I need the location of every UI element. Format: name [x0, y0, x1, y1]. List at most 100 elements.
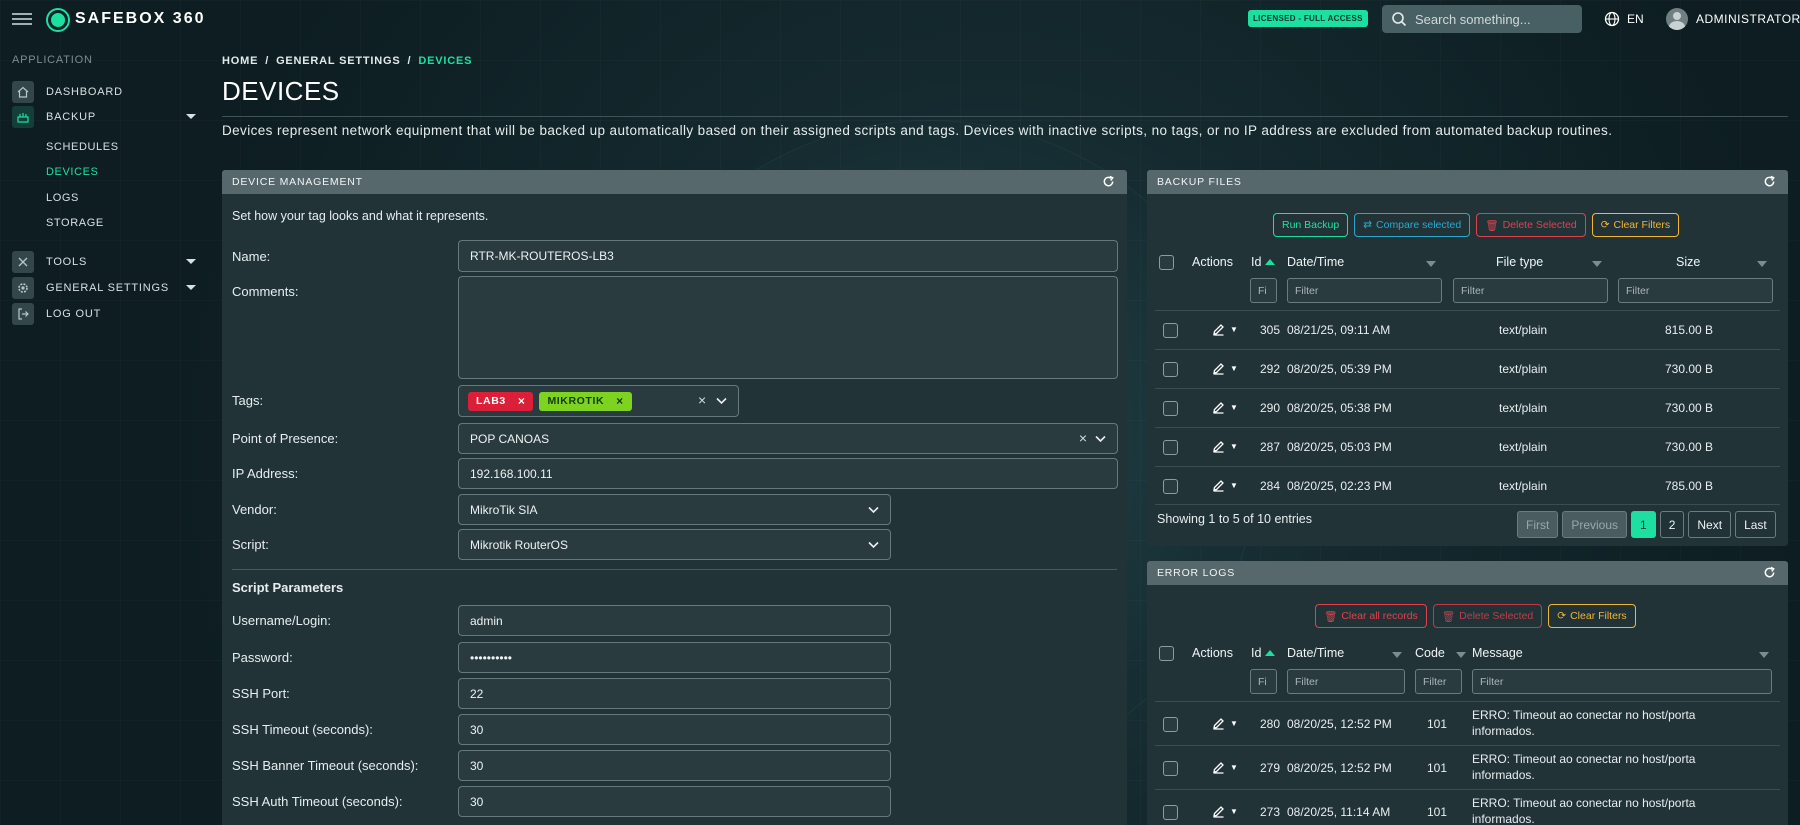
- column-size[interactable]: Size: [1676, 255, 1700, 269]
- ip-input[interactable]: 192.168.100.11: [458, 458, 1118, 489]
- filter-id-input[interactable]: Fi: [1250, 669, 1277, 694]
- pager-page-1[interactable]: 1: [1631, 511, 1656, 538]
- column-message[interactable]: Message: [1472, 646, 1523, 660]
- ssh-auth-timeout-input[interactable]: 30: [458, 786, 891, 817]
- column-datetime[interactable]: Date/Time: [1287, 255, 1344, 269]
- clear-filters-button[interactable]: ⟳ Clear Filters: [1591, 213, 1680, 237]
- row-actions-menu[interactable]: ▼: [1212, 479, 1238, 492]
- filter-code-input[interactable]: Filter: [1415, 669, 1462, 694]
- filter-id-input[interactable]: Fi: [1250, 278, 1277, 303]
- column-filetype[interactable]: File type: [1496, 255, 1543, 269]
- clear-all-records-button[interactable]: 🗑 Clear all records: [1315, 604, 1427, 628]
- row-checkbox[interactable]: [1163, 717, 1178, 732]
- script-select[interactable]: Mikrotik RouterOS: [458, 529, 891, 560]
- sort-icon[interactable]: [1757, 261, 1767, 267]
- sort-icon[interactable]: [1759, 652, 1769, 658]
- column-id[interactable]: Id: [1251, 646, 1279, 660]
- row-actions-menu[interactable]: ▼: [1212, 717, 1238, 730]
- pop-select[interactable]: POP CANOAS ×: [458, 423, 1118, 454]
- sidebar-item-tools[interactable]: TOOLS: [12, 251, 202, 273]
- row-actions-menu[interactable]: ▼: [1212, 323, 1238, 336]
- comments-textarea[interactable]: [458, 276, 1118, 379]
- remove-tag-icon[interactable]: ×: [518, 394, 526, 408]
- pager-first-button[interactable]: First: [1517, 511, 1559, 538]
- row-checkbox[interactable]: [1163, 805, 1178, 820]
- table-row[interactable]: ▼ 292 08/20/25, 05:39 PM text/plain 730.…: [1155, 349, 1780, 388]
- remove-tag-icon[interactable]: ×: [616, 394, 624, 408]
- pager-previous-button[interactable]: Previous: [1562, 511, 1628, 538]
- filter-size-input[interactable]: Filter: [1618, 278, 1773, 303]
- row-actions-menu[interactable]: ▼: [1212, 401, 1238, 414]
- sidebar-subitem-devices[interactable]: DEVICES: [46, 166, 99, 178]
- select-all-checkbox[interactable]: [1159, 255, 1174, 270]
- sidebar-subitem-logs[interactable]: LOGS: [46, 192, 79, 204]
- chevron-down-icon[interactable]: [868, 541, 879, 549]
- sidebar-item-dashboard[interactable]: DASHBOARD: [12, 81, 202, 103]
- run-backup-button[interactable]: Run Backup: [1273, 213, 1349, 237]
- row-checkbox[interactable]: [1163, 761, 1178, 776]
- sort-icon[interactable]: [1392, 652, 1402, 658]
- refresh-icon[interactable]: [1763, 566, 1776, 582]
- filter-datetime-input[interactable]: Filter: [1287, 669, 1405, 694]
- row-checkbox[interactable]: [1163, 401, 1178, 416]
- chevron-down-icon[interactable]: [1095, 435, 1106, 443]
- sidebar-item-general-settings[interactable]: GENERAL SETTINGS: [12, 277, 202, 299]
- ssh-port-input[interactable]: 22: [458, 678, 891, 709]
- delete-selected-button[interactable]: 🗑 Delete Selected: [1476, 213, 1586, 237]
- row-actions-menu[interactable]: ▼: [1212, 761, 1238, 774]
- table-row[interactable]: ▼ 305 08/21/25, 09:11 AM text/plain 815.…: [1155, 310, 1780, 349]
- refresh-icon[interactable]: [1102, 175, 1115, 191]
- column-code[interactable]: Code: [1415, 646, 1445, 660]
- pager-next-button[interactable]: Next: [1688, 511, 1732, 538]
- column-id[interactable]: Id: [1251, 255, 1279, 269]
- username-input[interactable]: admin: [458, 605, 891, 636]
- chevron-down-icon[interactable]: [868, 506, 879, 514]
- sort-icon[interactable]: [1592, 261, 1602, 267]
- chevron-down-icon[interactable]: [716, 397, 727, 405]
- clear-filters-button[interactable]: ⟳ Clear Filters: [1548, 604, 1636, 628]
- sort-icon[interactable]: [1456, 652, 1466, 658]
- row-actions-menu[interactable]: ▼: [1212, 362, 1238, 375]
- filter-message-input[interactable]: Filter: [1472, 669, 1772, 694]
- language-selector[interactable]: EN: [1604, 11, 1644, 27]
- table-row[interactable]: ▼ 279 08/20/25, 12:52 PM 101 ERRO: Timeo…: [1155, 745, 1780, 789]
- sidebar-subitem-schedules[interactable]: SCHEDULES: [46, 141, 119, 153]
- row-actions-menu[interactable]: ▼: [1212, 805, 1238, 818]
- password-input[interactable]: ••••••••••: [458, 642, 891, 673]
- select-all-checkbox[interactable]: [1159, 646, 1174, 661]
- sidebar-item-backup[interactable]: BACKUP: [12, 106, 202, 128]
- ssh-banner-timeout-input[interactable]: 30: [458, 750, 891, 781]
- search-box[interactable]: [1382, 5, 1582, 33]
- filter-datetime-input[interactable]: Filter: [1287, 278, 1442, 303]
- search-input[interactable]: [1415, 11, 1575, 27]
- vendor-select[interactable]: MikroTik SIA: [458, 494, 891, 525]
- pager-page-2[interactable]: 2: [1659, 511, 1685, 538]
- clear-icon[interactable]: ×: [1079, 430, 1087, 446]
- user-menu[interactable]: ADMINISTRATOR: [1666, 8, 1800, 30]
- name-input[interactable]: RTR-MK-ROUTEROS-LB3: [458, 240, 1118, 272]
- ssh-timeout-input[interactable]: 30: [458, 714, 891, 745]
- tags-select[interactable]: LAB3 × MIKROTIK × ×: [458, 385, 739, 417]
- row-checkbox[interactable]: [1163, 323, 1178, 338]
- compare-selected-button[interactable]: ⇄ Compare selected: [1354, 213, 1471, 237]
- breadcrumb-home[interactable]: HOME: [222, 55, 258, 67]
- table-row[interactable]: ▼ 280 08/20/25, 12:52 PM 101 ERRO: Timeo…: [1155, 701, 1780, 745]
- sort-icon[interactable]: [1426, 261, 1436, 267]
- table-row[interactable]: ▼ 290 08/20/25, 05:38 PM text/plain 730.…: [1155, 388, 1780, 427]
- row-checkbox[interactable]: [1163, 479, 1178, 494]
- row-actions-menu[interactable]: ▼: [1212, 440, 1238, 453]
- pager-last-button[interactable]: Last: [1735, 511, 1776, 538]
- table-row[interactable]: ▼ 287 08/20/25, 05:03 PM text/plain 730.…: [1155, 427, 1780, 466]
- filter-filetype-input[interactable]: Filter: [1453, 278, 1608, 303]
- clear-icon[interactable]: ×: [698, 392, 706, 408]
- sidebar-item-logout[interactable]: LOG OUT: [12, 303, 202, 325]
- table-row[interactable]: ▼ 284 08/20/25, 02:23 PM text/plain 785.…: [1155, 466, 1780, 505]
- row-checkbox[interactable]: [1163, 440, 1178, 455]
- menu-toggle-icon[interactable]: [12, 13, 32, 25]
- breadcrumb-settings[interactable]: GENERAL SETTINGS: [276, 55, 400, 67]
- delete-selected-button[interactable]: 🗑 Delete Selected: [1432, 604, 1543, 628]
- row-checkbox[interactable]: [1163, 362, 1178, 377]
- column-datetime[interactable]: Date/Time: [1287, 646, 1344, 660]
- refresh-icon[interactable]: [1763, 175, 1776, 191]
- sidebar-subitem-storage[interactable]: STORAGE: [46, 217, 104, 229]
